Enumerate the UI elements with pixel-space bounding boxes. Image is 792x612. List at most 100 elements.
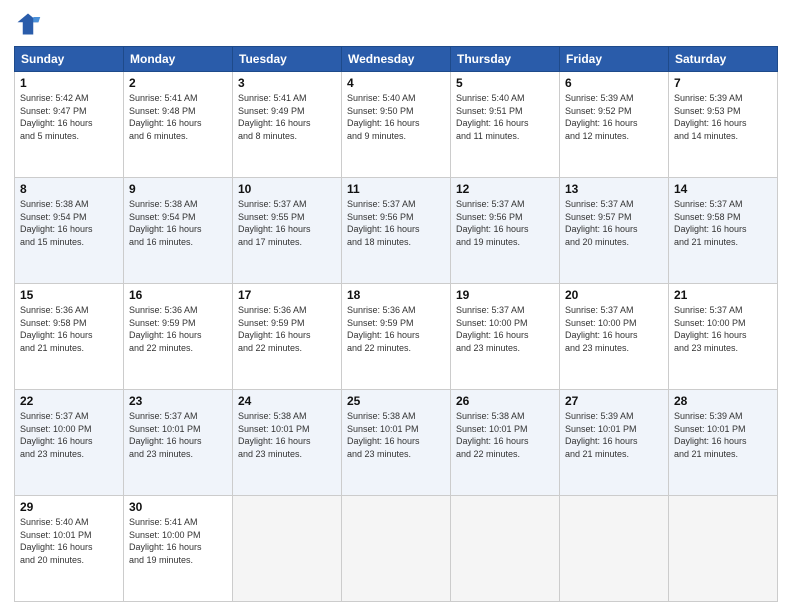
day-info-line: Sunset: 9:59 PM [129,317,227,330]
calendar-cell: 5Sunrise: 5:40 AMSunset: 9:51 PMDaylight… [451,72,560,178]
day-info-line: Sunset: 10:00 PM [565,317,663,330]
day-info-line: Sunrise: 5:36 AM [347,304,445,317]
calendar-cell: 15Sunrise: 5:36 AMSunset: 9:58 PMDayligh… [15,284,124,390]
day-info-line: and 15 minutes. [20,236,118,249]
day-info-line: Daylight: 16 hours [238,329,336,342]
day-info-line: Sunrise: 5:40 AM [456,92,554,105]
day-info-line: Sunset: 10:00 PM [674,317,772,330]
day-header-tuesday: Tuesday [233,47,342,72]
day-info-line: Daylight: 16 hours [456,329,554,342]
calendar-cell: 20Sunrise: 5:37 AMSunset: 10:00 PMDaylig… [560,284,669,390]
calendar-week-2: 8Sunrise: 5:38 AMSunset: 9:54 PMDaylight… [15,178,778,284]
day-info-line: Sunset: 9:56 PM [456,211,554,224]
day-info-line: Sunrise: 5:40 AM [347,92,445,105]
day-info-line: Sunrise: 5:38 AM [20,198,118,211]
calendar-cell: 24Sunrise: 5:38 AMSunset: 10:01 PMDaylig… [233,390,342,496]
day-info-line: Sunset: 10:01 PM [129,423,227,436]
day-info-line: Sunset: 10:00 PM [20,423,118,436]
day-info-line: Daylight: 16 hours [238,223,336,236]
day-info-line: Sunrise: 5:41 AM [129,516,227,529]
day-info-line: Daylight: 16 hours [565,117,663,130]
calendar-cell: 6Sunrise: 5:39 AMSunset: 9:52 PMDaylight… [560,72,669,178]
day-info-line: Sunset: 9:49 PM [238,105,336,118]
page: SundayMondayTuesdayWednesdayThursdayFrid… [0,0,792,612]
day-info-line: Sunrise: 5:38 AM [347,410,445,423]
calendar-cell: 7Sunrise: 5:39 AMSunset: 9:53 PMDaylight… [669,72,778,178]
calendar-cell: 22Sunrise: 5:37 AMSunset: 10:00 PMDaylig… [15,390,124,496]
calendar-cell: 12Sunrise: 5:37 AMSunset: 9:56 PMDayligh… [451,178,560,284]
day-info-line: Daylight: 16 hours [674,223,772,236]
day-info-line: and 9 minutes. [347,130,445,143]
day-number: 19 [456,288,554,302]
day-info-line: Sunrise: 5:37 AM [565,198,663,211]
day-info-line: Sunrise: 5:37 AM [456,304,554,317]
day-number: 21 [674,288,772,302]
calendar-cell: 26Sunrise: 5:38 AMSunset: 10:01 PMDaylig… [451,390,560,496]
day-info-line: Daylight: 16 hours [456,435,554,448]
day-info-line: Daylight: 16 hours [456,223,554,236]
calendar-cell: 25Sunrise: 5:38 AMSunset: 10:01 PMDaylig… [342,390,451,496]
calendar-table: SundayMondayTuesdayWednesdayThursdayFrid… [14,46,778,602]
day-info-line: and 8 minutes. [238,130,336,143]
day-number: 4 [347,76,445,90]
calendar-cell: 30Sunrise: 5:41 AMSunset: 10:00 PMDaylig… [124,496,233,602]
day-info-line: and 11 minutes. [456,130,554,143]
day-info-line: Sunrise: 5:37 AM [456,198,554,211]
day-number: 30 [129,500,227,514]
day-info-line: Sunset: 9:50 PM [347,105,445,118]
calendar-cell: 29Sunrise: 5:40 AMSunset: 10:01 PMDaylig… [15,496,124,602]
day-number: 3 [238,76,336,90]
calendar-cell: 17Sunrise: 5:36 AMSunset: 9:59 PMDayligh… [233,284,342,390]
day-info-line: and 17 minutes. [238,236,336,249]
day-info-line: Sunrise: 5:38 AM [456,410,554,423]
day-number: 2 [129,76,227,90]
day-info-line: Sunrise: 5:37 AM [674,304,772,317]
day-info-line: and 21 minutes. [20,342,118,355]
calendar-cell: 18Sunrise: 5:36 AMSunset: 9:59 PMDayligh… [342,284,451,390]
day-info-line: Sunset: 9:58 PM [20,317,118,330]
day-number: 15 [20,288,118,302]
day-info-line: and 23 minutes. [20,448,118,461]
day-number: 11 [347,182,445,196]
day-number: 14 [674,182,772,196]
day-info-line: and 22 minutes. [456,448,554,461]
day-number: 28 [674,394,772,408]
day-info-line: Sunset: 10:01 PM [238,423,336,436]
calendar-cell: 21Sunrise: 5:37 AMSunset: 10:00 PMDaylig… [669,284,778,390]
day-info-line: Sunrise: 5:36 AM [129,304,227,317]
day-info-line: Daylight: 16 hours [456,117,554,130]
day-info-line: Sunrise: 5:39 AM [565,410,663,423]
calendar-week-3: 15Sunrise: 5:36 AMSunset: 9:58 PMDayligh… [15,284,778,390]
day-info-line: Daylight: 16 hours [674,435,772,448]
day-info-line: Sunrise: 5:38 AM [238,410,336,423]
day-info-line: and 19 minutes. [129,554,227,567]
day-info-line: Daylight: 16 hours [238,117,336,130]
day-info-line: Sunrise: 5:37 AM [129,410,227,423]
calendar-cell: 3Sunrise: 5:41 AMSunset: 9:49 PMDaylight… [233,72,342,178]
day-number: 6 [565,76,663,90]
day-info-line: Sunset: 10:01 PM [565,423,663,436]
day-info-line: and 23 minutes. [674,342,772,355]
day-info-line: Sunrise: 5:39 AM [674,410,772,423]
day-info-line: and 20 minutes. [20,554,118,567]
calendar-cell [560,496,669,602]
day-header-thursday: Thursday [451,47,560,72]
day-info-line: Sunset: 9:48 PM [129,105,227,118]
day-number: 1 [20,76,118,90]
day-header-friday: Friday [560,47,669,72]
day-info-line: and 21 minutes. [674,236,772,249]
day-info-line: Daylight: 16 hours [129,329,227,342]
day-info-line: Daylight: 16 hours [129,541,227,554]
calendar-cell: 28Sunrise: 5:39 AMSunset: 10:01 PMDaylig… [669,390,778,496]
day-info-line: Sunrise: 5:36 AM [20,304,118,317]
day-info-line: Sunset: 9:59 PM [238,317,336,330]
logo-icon [14,10,42,38]
day-info-line: and 22 minutes. [238,342,336,355]
day-info-line: and 18 minutes. [347,236,445,249]
day-info-line: Sunrise: 5:37 AM [565,304,663,317]
day-info-line: and 16 minutes. [129,236,227,249]
day-header-monday: Monday [124,47,233,72]
day-info-line: Sunrise: 5:37 AM [674,198,772,211]
calendar-cell: 1Sunrise: 5:42 AMSunset: 9:47 PMDaylight… [15,72,124,178]
day-number: 18 [347,288,445,302]
